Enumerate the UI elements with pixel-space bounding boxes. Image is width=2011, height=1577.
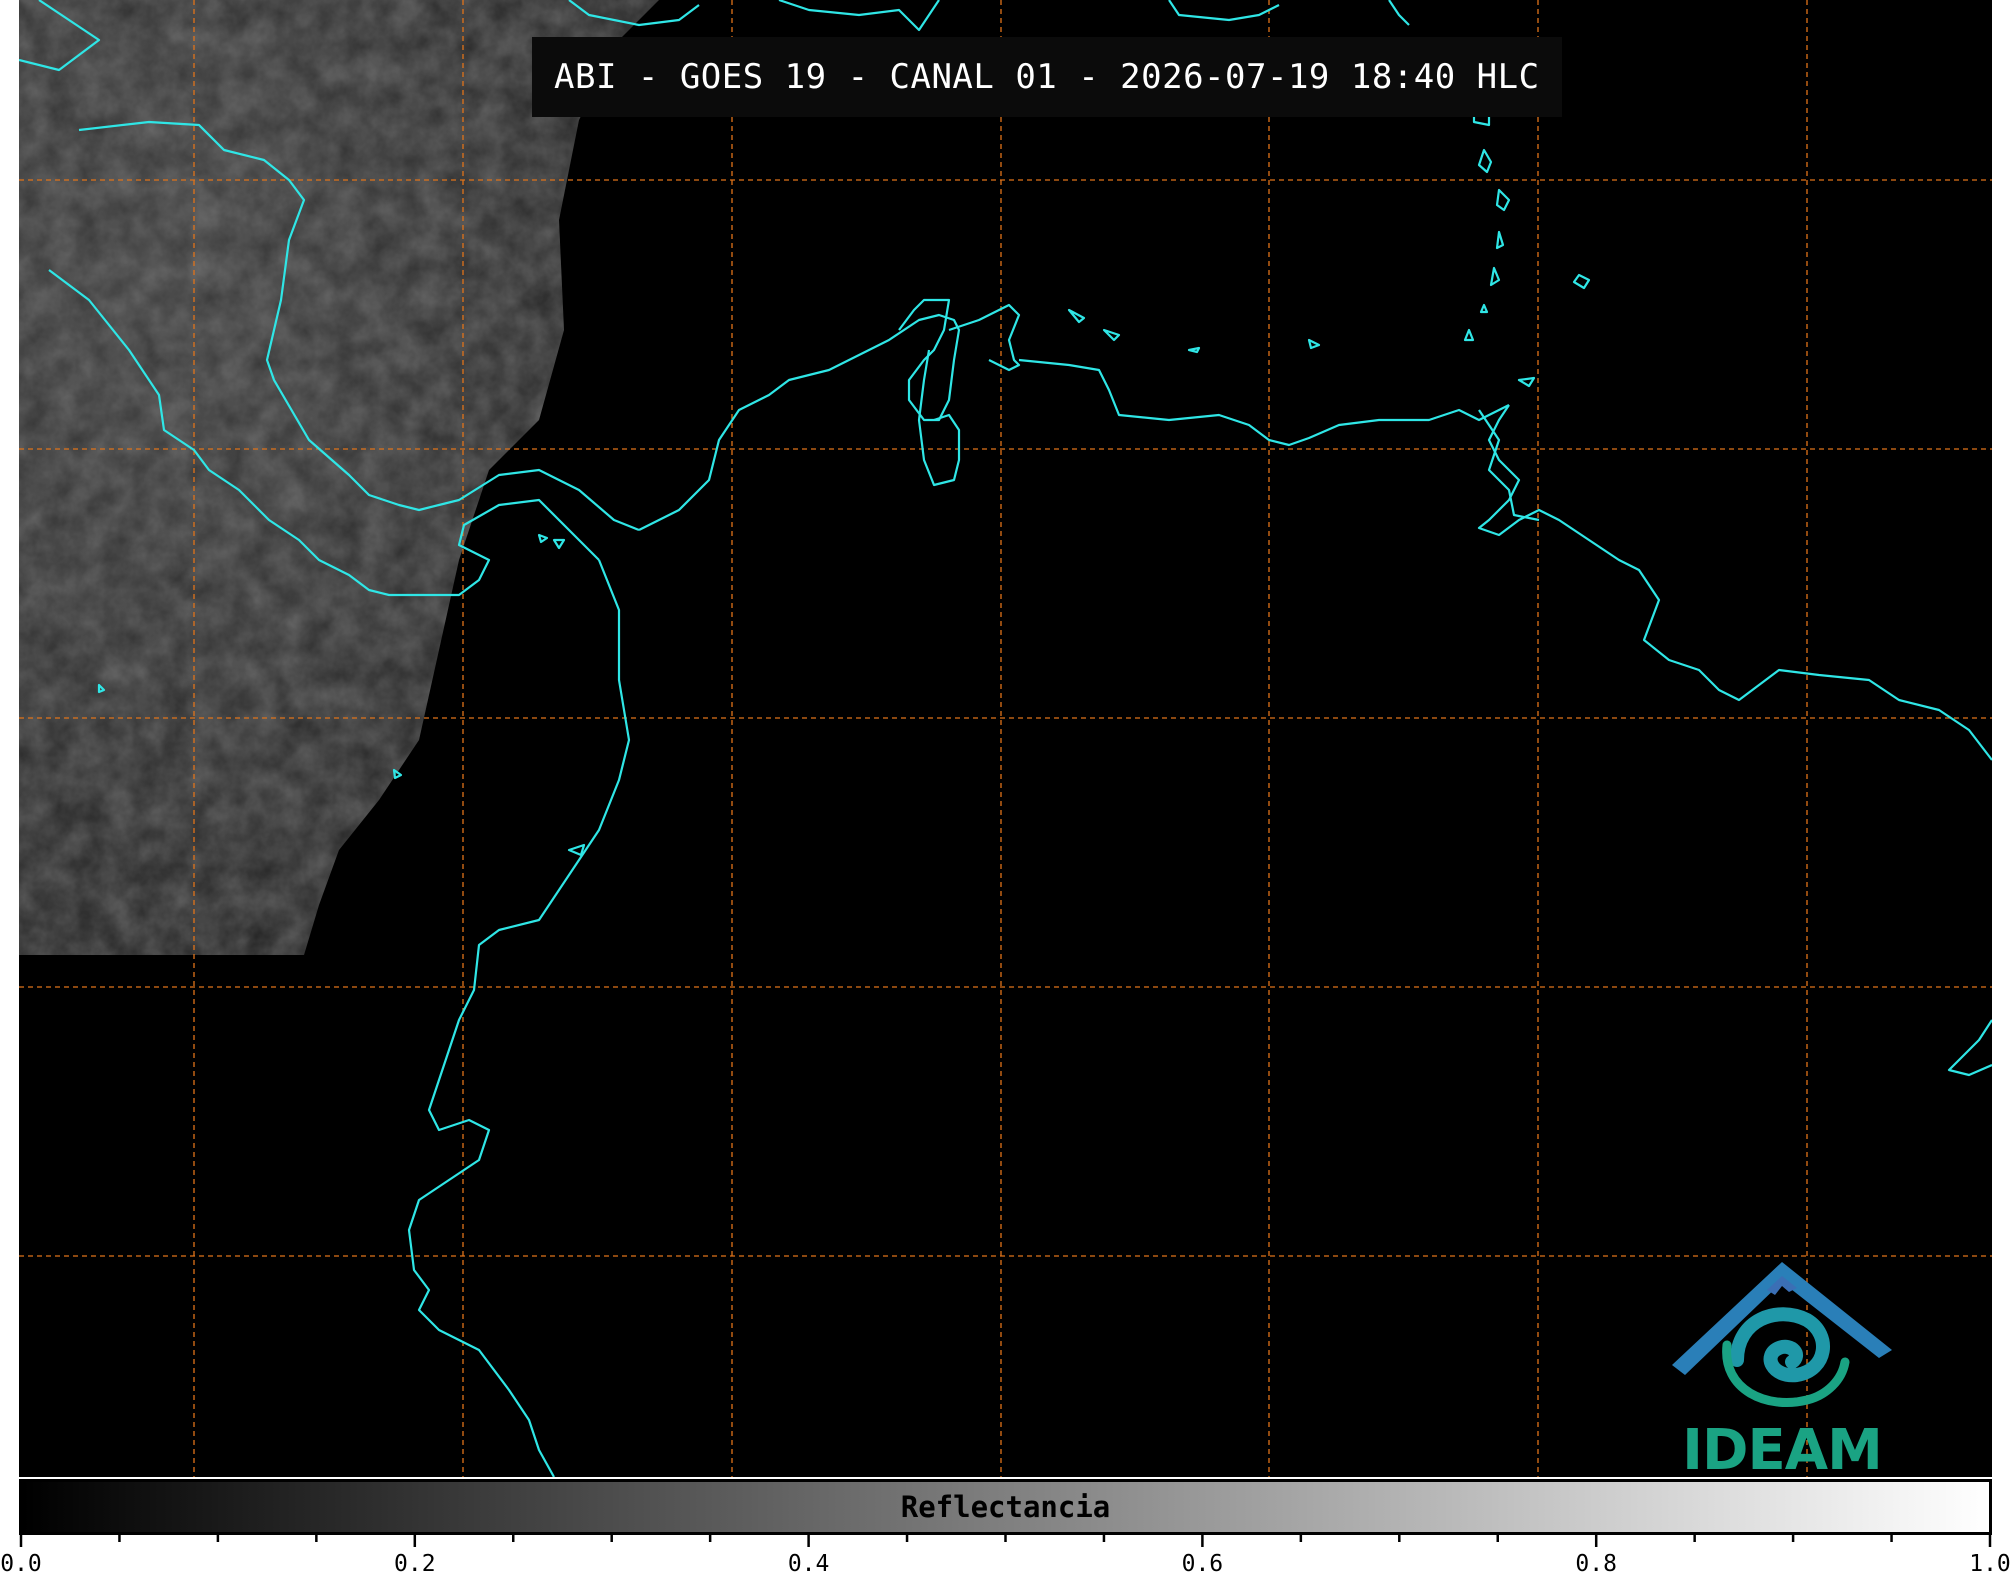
colorbar-tick-label: 0.4: [787, 1551, 830, 1577]
title-box: ABI - GOES 19 - CANAL 01 - 2026-07-19 18…: [532, 37, 1562, 117]
map-title: ABI - GOES 19 - CANAL 01 - 2026-07-19 18…: [554, 57, 1540, 97]
ideam-logo: IDEAM: [1667, 1250, 1897, 1477]
colorbar-tick-label: 0.6: [1181, 1551, 1224, 1577]
ideam-emblem-icon: [1672, 1262, 1892, 1408]
colorbar-tick-label: 0.2: [394, 1551, 436, 1577]
colorbar-ticks: [19, 1533, 1992, 1547]
logo-text: IDEAM: [1682, 1418, 1883, 1477]
colorbar-tick-label: 1.0: [1969, 1551, 2011, 1577]
satellite-map: ABI - GOES 19 - CANAL 01 - 2026-07-19 18…: [19, 0, 1992, 1477]
colorbar-tick-label: 0.8: [1575, 1551, 1617, 1577]
cloud-region: [19, 0, 659, 955]
colorbar: Reflectancia: [19, 1479, 1992, 1535]
colorbar-label: Reflectancia: [900, 1490, 1111, 1524]
colorbar-tick-label: 0.0: [0, 1551, 42, 1577]
